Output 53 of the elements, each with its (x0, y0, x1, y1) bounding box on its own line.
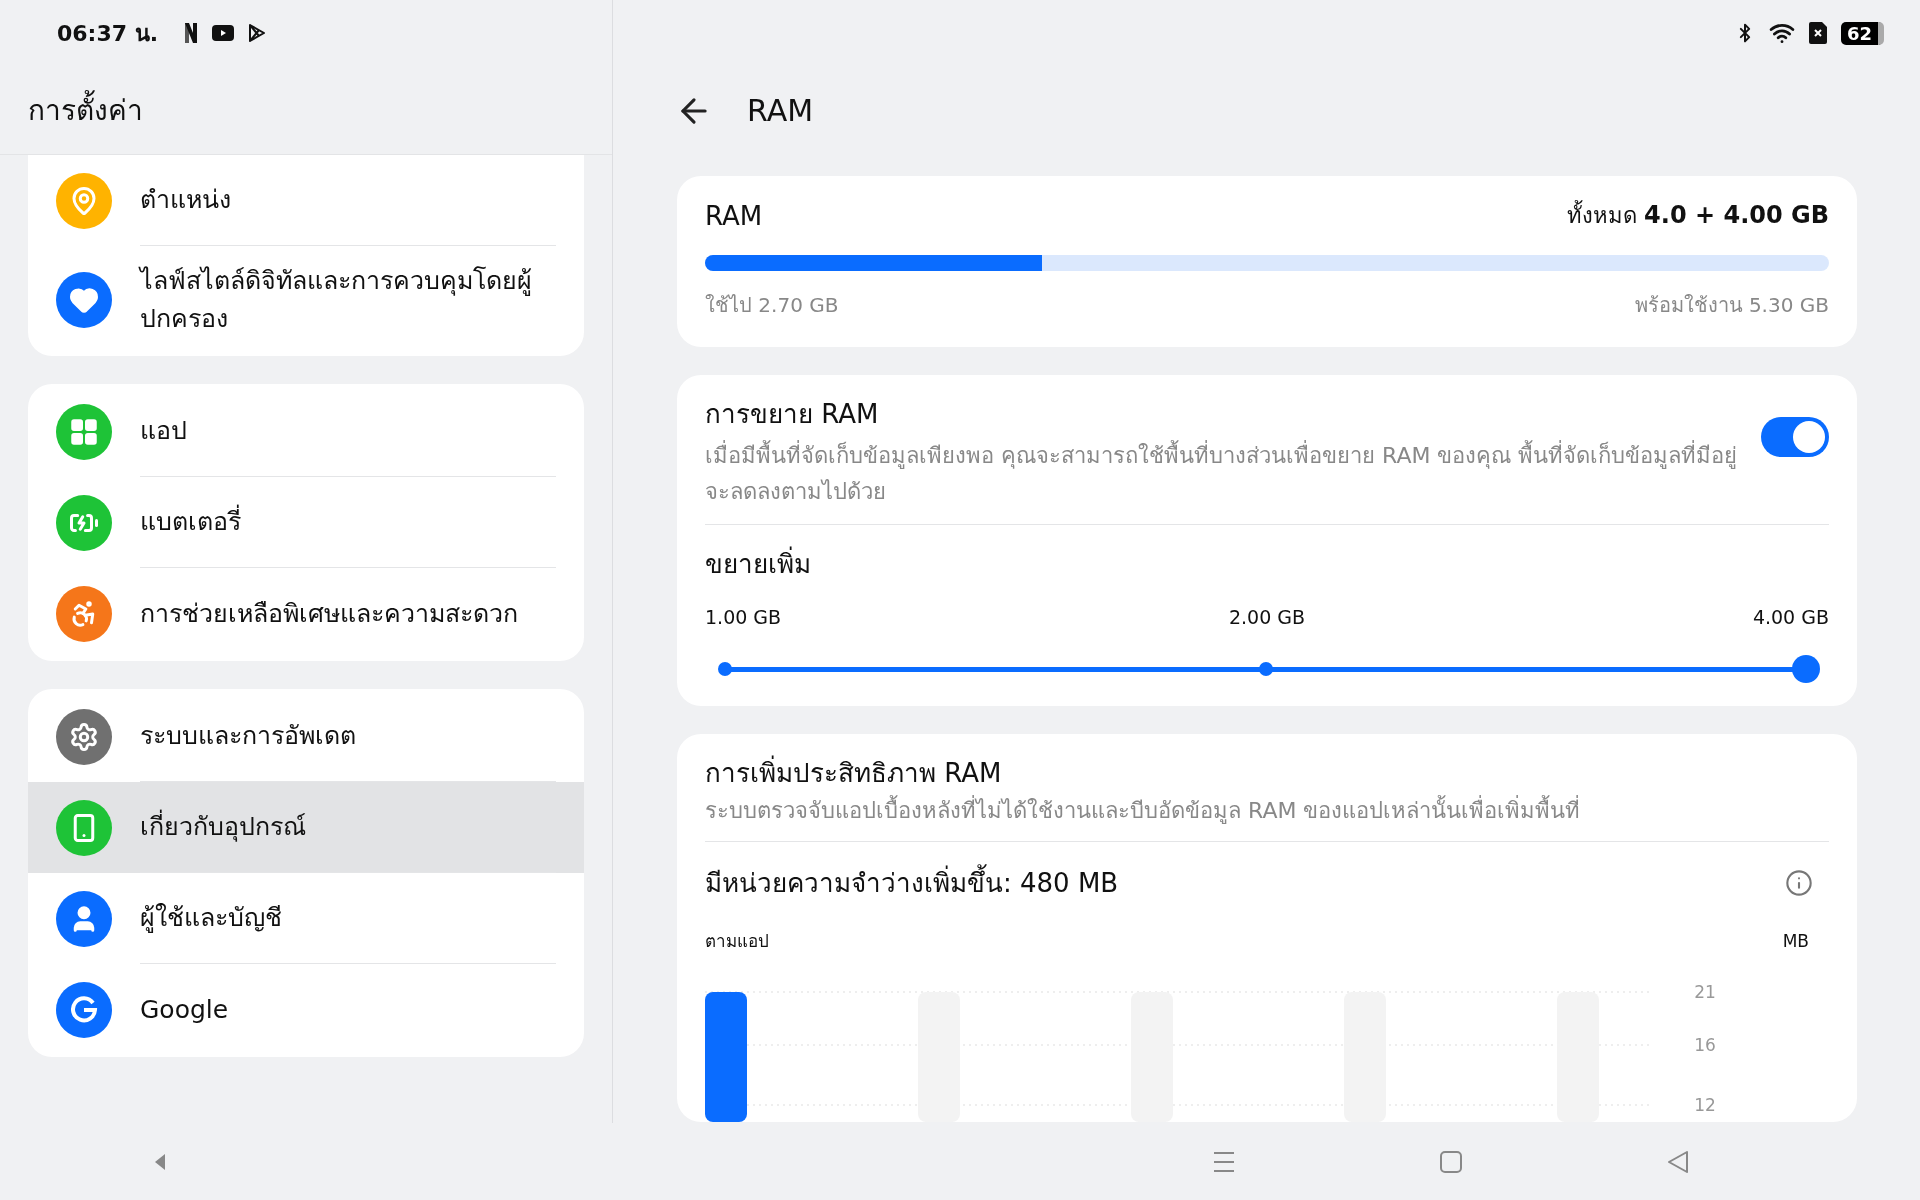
settings-item-label: ตำแหน่ง (140, 184, 231, 216)
video-play-icon (212, 25, 235, 41)
settings-item-label: ระบบและการอัพเดต (140, 720, 356, 752)
settings-item[interactable]: เกี่ยวกับอุปกรณ์ (28, 782, 584, 873)
used-text: ใช้ไป 2.70 GB (705, 292, 839, 319)
settings-item-label: การช่วยเหลือพิเศษและความสะดวก (140, 597, 518, 630)
settings-item-label: แอป (140, 415, 187, 447)
page-title: RAM (747, 93, 814, 128)
step-label: 2.00 GB (1228, 606, 1306, 628)
axis-tick-label: 16 (1694, 1035, 1716, 1055)
settings-item[interactable]: Google (28, 964, 584, 1055)
settings-item[interactable]: การช่วยเหลือพิเศษและความสะดวก (28, 568, 584, 659)
sim-card-icon (1808, 22, 1827, 44)
play-triangle-icon (248, 23, 267, 43)
settings-item[interactable]: ไลฟ์สไตล์ดิจิทัลและการควบคุมโดยผู้ปกครอง (28, 246, 584, 354)
settings-item[interactable]: ตำแหน่ง (28, 155, 584, 246)
section-subtitle: ขยายเพิ่ม (705, 543, 1829, 584)
chart-label: ตามแอป (705, 930, 769, 953)
heart-icon (69, 285, 99, 315)
square-icon (1439, 1149, 1463, 1174)
toggle-switch[interactable] (1761, 417, 1829, 457)
battery-level: 62 (1840, 21, 1884, 45)
step-label: 4.00 GB (1752, 606, 1829, 628)
card-description: เมื่อมีพื้นที่จัดเก็บข้อมูลเพียงพอ คุณจะสามารถใช้พื้นที่บางส่วนเพื่อขยาย RAM ของคุณ พื้นที่จัดเก็บข้อมูลที่มีอยู่จะลดลงตามไปด้วย (705, 438, 1741, 510)
settings-item-label: ไลฟ์สไตล์ดิจิทัลและการควบคุมโดยผู้ปกครอง (140, 265, 533, 335)
settings-item-label: เกี่ยวกับอุปกรณ์ (140, 808, 306, 846)
settings-item[interactable]: ผู้ใช้และบัญชี (28, 873, 584, 964)
triangle-icon (153, 1151, 167, 1172)
axis-tick-label: 21 (1694, 982, 1716, 1002)
freed-memory-text: มีหน่วยความจำว่างเพิ่มขึ้น: 480 MB (705, 862, 1119, 903)
total-text: ทั้งหมด 4.0 + 4.00 GB (1567, 199, 1829, 231)
card-description: ระบบตรวจจับแอปเบื้องหลังที่ไม่ได้ใช้งานและบีบอัดข้อมูล RAM ของแอปเหล่านั้นเพื่อเพิ่มพื้นที่ (705, 793, 1829, 829)
n-logo-icon (184, 22, 199, 44)
slider-thumb[interactable] (1792, 655, 1820, 683)
settings-item-label: Google (140, 993, 229, 1026)
settings-item[interactable]: แบตเตอรี่ (28, 477, 584, 568)
chart-unit: MB (1782, 930, 1809, 951)
settings-item[interactable]: แอป (28, 386, 584, 477)
step-label: 1.00 GB (705, 606, 782, 628)
settings-item-label: ผู้ใช้และบัญชี (140, 902, 282, 935)
grid-icon (69, 416, 99, 447)
axis-tick-label: 12 (1694, 1095, 1716, 1115)
clock-text: 06:37 น. (57, 19, 159, 48)
info-icon[interactable] (1785, 868, 1813, 897)
card-title: การขยาย RAM (705, 398, 880, 431)
available-text: พร้อมใช้งาน 5.30 GB (1634, 292, 1829, 319)
back-icon (1666, 1149, 1690, 1174)
settings-icon (69, 721, 99, 752)
settings-item-label: แบตเตอรี่ (140, 503, 241, 541)
card-title: RAM (705, 200, 763, 231)
g-mark-icon (69, 994, 99, 1025)
menu-icon (1212, 1150, 1236, 1173)
card-title: การเพิ่มประสิทธิภาพ RAM (705, 752, 1829, 793)
